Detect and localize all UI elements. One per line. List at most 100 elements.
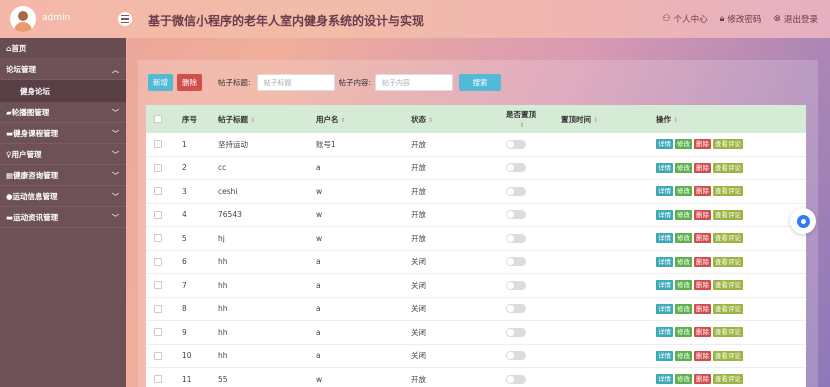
row-no: 4 xyxy=(182,210,187,220)
col-status[interactable]: 状态 ⇕ xyxy=(411,114,433,125)
delete-row-button[interactable]: 删除 xyxy=(694,139,711,150)
row-checkbox[interactable] xyxy=(154,351,162,360)
view-comments-button[interactable]: 查看评论 xyxy=(713,303,743,314)
detail-button[interactable]: 详情 xyxy=(656,350,673,361)
detail-button[interactable]: 详情 xyxy=(656,139,673,150)
search-button[interactable]: 搜索 xyxy=(459,74,502,91)
select-all-checkbox[interactable] xyxy=(154,115,162,123)
sidebar-item-users[interactable]: ♀ 用户管理 ﹀ xyxy=(0,144,126,165)
pin-toggle[interactable] xyxy=(506,374,526,384)
sidebar-item-home[interactable]: ⌂ 首页 xyxy=(0,38,126,59)
delete-row-button[interactable]: 删除 xyxy=(694,350,711,361)
delete-row-button[interactable]: 删除 xyxy=(694,303,711,314)
delete-row-button[interactable]: 删除 xyxy=(694,327,711,338)
avatar[interactable] xyxy=(10,6,36,32)
col-user[interactable]: 用户名 ⇕ xyxy=(316,114,346,125)
detail-button[interactable]: 详情 xyxy=(656,280,673,291)
sidebar-item-sport-info[interactable]: ● 运动信息管理 ﹀ xyxy=(0,186,126,207)
row-checkbox[interactable] xyxy=(154,328,162,337)
detail-button[interactable]: 详情 xyxy=(656,162,673,173)
view-comments-button[interactable]: 查看评论 xyxy=(713,350,743,361)
view-comments-button[interactable]: 查看评论 xyxy=(713,162,743,173)
detail-button[interactable]: 详情 xyxy=(656,209,673,220)
title-filter-input[interactable]: 帖子标题 xyxy=(256,74,335,91)
col-pin-time[interactable]: 置顶时间 ⇕ xyxy=(561,114,598,125)
detail-button[interactable]: 详情 xyxy=(656,186,673,197)
row-checkbox[interactable] xyxy=(154,140,162,149)
view-comments-button[interactable]: 查看评论 xyxy=(713,209,743,220)
pin-toggle[interactable] xyxy=(506,327,526,337)
sidebar-item-sport-news[interactable]: ▬ 运动资讯管理 ﹀ xyxy=(0,207,126,228)
add-button[interactable]: 新增 xyxy=(148,74,173,91)
logout-link[interactable]: ⊗ 退出登录 xyxy=(773,13,818,25)
delete-row-button[interactable]: 删除 xyxy=(694,280,711,291)
row-no: 7 xyxy=(182,280,187,290)
row-checkbox[interactable] xyxy=(154,304,162,313)
row-checkbox[interactable] xyxy=(154,163,162,172)
view-comments-button[interactable]: 查看评论 xyxy=(713,256,743,267)
view-comments-button[interactable]: 查看评论 xyxy=(713,139,743,150)
sidebar-item-courses[interactable]: ▬ 健身课程管理 ﹀ xyxy=(0,123,126,144)
delete-row-button[interactable]: 删除 xyxy=(694,374,711,385)
detail-button[interactable]: 详情 xyxy=(656,327,673,338)
edit-button[interactable]: 修改 xyxy=(675,374,692,385)
row-checkbox[interactable] xyxy=(154,187,162,196)
edit-button[interactable]: 修改 xyxy=(675,350,692,361)
col-ops[interactable]: 操作 ⇕ xyxy=(656,114,678,125)
row-checkbox[interactable] xyxy=(154,257,162,266)
content-filter-input[interactable]: 帖子内容 xyxy=(375,74,454,91)
edit-button[interactable]: 修改 xyxy=(675,209,692,220)
pin-toggle[interactable] xyxy=(506,210,526,220)
row-user: w xyxy=(316,374,323,384)
edit-button[interactable]: 修改 xyxy=(675,280,692,291)
sidebar-item-health-consult[interactable]: ▦ 健康咨询管理 ﹀ xyxy=(0,165,126,186)
view-comments-button[interactable]: 查看评论 xyxy=(713,186,743,197)
edit-button[interactable]: 修改 xyxy=(675,327,692,338)
list-icon: ▦ xyxy=(6,170,14,180)
delete-row-button[interactable]: 删除 xyxy=(694,233,711,244)
sidebar-item-forum[interactable]: 论坛管理 ︿ xyxy=(0,59,126,80)
row-checkbox[interactable] xyxy=(154,234,162,243)
edit-button[interactable]: 修改 xyxy=(675,139,692,150)
floating-help-button[interactable] xyxy=(790,208,816,234)
pin-toggle[interactable] xyxy=(506,163,526,173)
view-comments-button[interactable]: 查看评论 xyxy=(713,374,743,385)
pin-toggle[interactable] xyxy=(506,351,526,361)
profile-link[interactable]: ⚇ 个人中心 xyxy=(663,13,708,25)
edit-button[interactable]: 修改 xyxy=(675,162,692,173)
chevron-up-icon: ︿ xyxy=(112,66,119,74)
detail-button[interactable]: 详情 xyxy=(656,233,673,244)
edit-button[interactable]: 修改 xyxy=(675,186,692,197)
table-row: 6 hh a 关闭 详情 修改 删除 查看评论 xyxy=(146,251,806,274)
pin-toggle[interactable] xyxy=(506,304,526,314)
delete-button[interactable]: 删除 xyxy=(177,74,202,91)
col-title[interactable]: 帖子标题 ⇕ xyxy=(218,114,255,125)
detail-button[interactable]: 详情 xyxy=(656,303,673,314)
row-checkbox[interactable] xyxy=(154,375,162,384)
edit-button[interactable]: 修改 xyxy=(675,233,692,244)
row-checkbox[interactable] xyxy=(154,281,162,290)
row-checkbox[interactable] xyxy=(154,210,162,219)
sidebar-item-carousel[interactable]: ▰ 轮播图管理 ﹀ xyxy=(0,102,126,123)
col-pinned[interactable]: 是否置顶 ⇕ xyxy=(506,109,536,129)
pin-toggle[interactable] xyxy=(506,139,526,149)
table-row: 5 hj w 开放 详情 修改 删除 查看评论 xyxy=(146,227,806,251)
change-password-link[interactable]: 🔒︎ 修改密码 xyxy=(720,13,762,25)
detail-button[interactable]: 详情 xyxy=(656,374,673,385)
sidebar-subitem-fitness-forum[interactable]: 健身论坛 xyxy=(0,80,126,102)
pin-toggle[interactable] xyxy=(506,233,526,243)
edit-button[interactable]: 修改 xyxy=(675,303,692,314)
view-comments-button[interactable]: 查看评论 xyxy=(713,327,743,338)
view-comments-button[interactable]: 查看评论 xyxy=(713,280,743,291)
delete-row-button[interactable]: 删除 xyxy=(694,162,711,173)
menu-toggle-icon[interactable] xyxy=(118,12,132,26)
detail-button[interactable]: 详情 xyxy=(656,256,673,267)
pin-toggle[interactable] xyxy=(506,280,526,290)
pin-toggle[interactable] xyxy=(506,257,526,267)
view-comments-button[interactable]: 查看评论 xyxy=(713,233,743,244)
delete-row-button[interactable]: 删除 xyxy=(694,256,711,267)
delete-row-button[interactable]: 删除 xyxy=(694,209,711,220)
pin-toggle[interactable] xyxy=(506,186,526,196)
edit-button[interactable]: 修改 xyxy=(675,256,692,267)
delete-row-button[interactable]: 删除 xyxy=(694,186,711,197)
